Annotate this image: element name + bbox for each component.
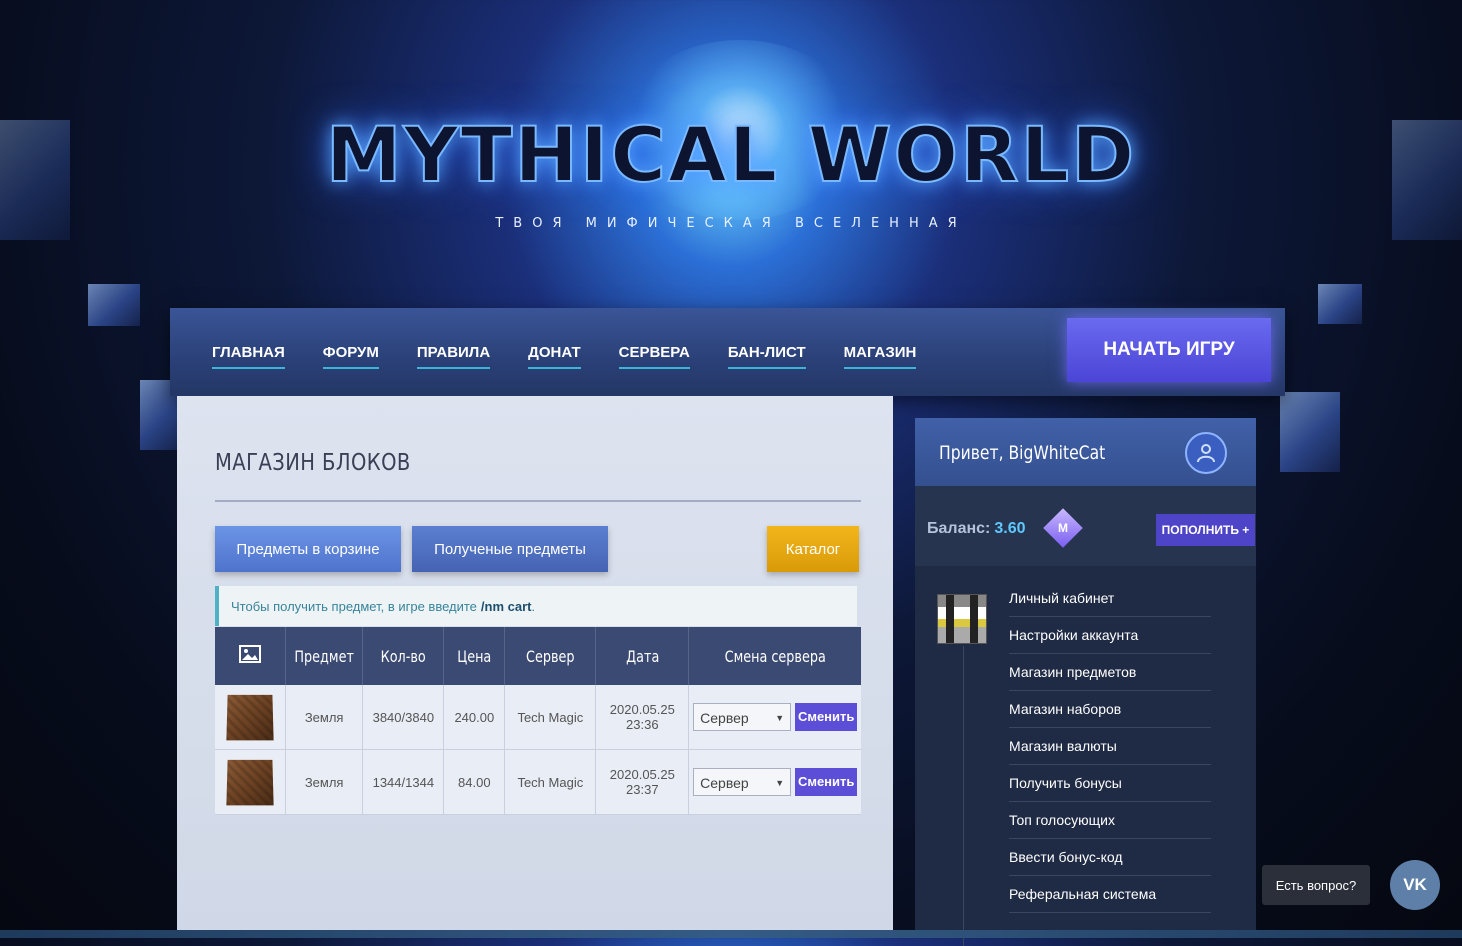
received-items-button[interactable]: Полученые предметы <box>412 526 608 572</box>
item-server: Tech Magic <box>504 749 597 815</box>
dirt-block-icon <box>226 694 274 741</box>
info-text: Чтобы получить предмет, в игре введите <box>231 598 477 614</box>
title-divider <box>215 500 861 502</box>
sidebar-item-settings[interactable]: Настройки аккаунта <box>1009 617 1211 654</box>
item-image <box>215 749 286 815</box>
sidebar-item-currency-shop[interactable]: Магазин валюты <box>1009 728 1211 765</box>
item-name: Земля <box>285 749 364 815</box>
item-qty: 3840/3840 <box>362 685 445 750</box>
balance-row: Баланс: 3.60 M ПОПОЛНИТЬ + <box>915 486 1256 566</box>
item-price: 240.00 <box>443 685 506 750</box>
nav-item-home[interactable]: ГЛАВНАЯ <box>212 344 285 369</box>
balance-label: Баланс: <box>927 520 991 537</box>
table-header-row: Предмет Кол-во Цена Сервер Дата Смена се… <box>215 627 861 685</box>
info-command: /nm cart <box>480 598 532 614</box>
avatar <box>937 594 987 644</box>
balance: Баланс: 3.60 <box>927 520 1026 538</box>
sidebar-menu: Личный кабинет Настройки аккаунта Магази… <box>1009 580 1211 913</box>
item-date-time: 23:37 <box>626 782 659 797</box>
item-date-day: 2020.05.25 <box>609 767 675 782</box>
vk-icon[interactable]: VK <box>1390 860 1440 910</box>
bottom-bar <box>0 930 1462 938</box>
start-game-button[interactable]: НАЧАТЬ ИГРУ <box>1067 318 1271 382</box>
main-content: МАГАЗИН БЛОКОВ Предметы в корзине Получе… <box>177 396 893 938</box>
change-server-button[interactable]: Сменить <box>795 768 858 796</box>
chevron-down-icon: ▼ <box>775 713 785 723</box>
item-name: Земля <box>285 685 364 750</box>
header-server: Сервер <box>504 627 597 685</box>
server-select[interactable]: Сервер ▼ <box>693 768 792 796</box>
sidebar-item-referral[interactable]: Реферальная система <box>1009 876 1211 913</box>
server-select[interactable]: Сервер ▼ <box>693 703 792 731</box>
sidebar-item-bonuses[interactable]: Получить бонусы <box>1009 765 1211 802</box>
table-row: Земля 3840/3840 240.00 Tech Magic 2020.0… <box>215 685 861 750</box>
page-title: МАГАЗИН БЛОКОВ <box>215 450 411 476</box>
header-qty: Кол-во <box>362 627 445 685</box>
user-icon[interactable] <box>1185 432 1227 474</box>
header-image <box>215 627 286 685</box>
site-logo: MYTHICAL WORLD <box>325 109 1137 200</box>
info-tail: . <box>531 598 536 614</box>
nav-item-forum[interactable]: ФОРУМ <box>322 344 379 369</box>
header-change-server: Смена сервера <box>688 627 861 685</box>
background-cube <box>88 284 140 326</box>
background-cube <box>1318 284 1362 324</box>
change-server-cell: Сервер ▼ Сменить <box>688 749 861 815</box>
info-alert: Чтобы получить предмет, в игре введите /… <box>215 586 857 626</box>
nav-links: ГЛАВНАЯ ФОРУМ ПРАВИЛА ДОНАТ СЕРВЕРА БАН-… <box>212 344 917 369</box>
topup-button[interactable]: ПОПОЛНИТЬ + <box>1156 514 1255 546</box>
nav-item-shop[interactable]: МАГАЗИН <box>843 344 917 369</box>
nav-item-rules[interactable]: ПРАВИЛА <box>416 344 491 369</box>
item-server: Tech Magic <box>504 685 597 750</box>
sidebar-item-kit-shop[interactable]: Магазин наборов <box>1009 691 1211 728</box>
change-server-cell: Сервер ▼ Сменить <box>688 685 861 750</box>
coin-icon: M <box>1043 508 1083 548</box>
menu-divider-line <box>963 646 964 946</box>
catalog-button[interactable]: Каталог <box>767 526 859 572</box>
cart-table: Предмет Кол-во Цена Сервер Дата Смена се… <box>215 627 861 815</box>
change-server-button[interactable]: Сменить <box>795 703 858 731</box>
item-date-time: 23:36 <box>626 717 659 732</box>
balance-value: 3.60 <box>994 520 1026 537</box>
question-tooltip[interactable]: Есть вопрос? <box>1262 865 1370 905</box>
table-row: Земля 1344/1344 84.00 Tech Magic 2020.05… <box>215 749 861 815</box>
background-cube <box>1280 392 1340 472</box>
header-price: Цена <box>443 627 506 685</box>
sidebar-item-item-shop[interactable]: Магазин предметов <box>1009 654 1211 691</box>
greeting-text: Привет, BigWhiteCat <box>939 442 1106 464</box>
image-icon <box>239 645 261 663</box>
nav-item-servers[interactable]: СЕРВЕРА <box>618 344 690 369</box>
main-navbar: ГЛАВНАЯ ФОРУМ ПРАВИЛА ДОНАТ СЕРВЕРА БАН-… <box>170 308 1285 396</box>
nav-item-banlist[interactable]: БАН-ЛИСТ <box>727 344 806 369</box>
item-qty: 1344/1344 <box>362 749 445 815</box>
sidebar-item-bonus-code[interactable]: Ввести бонус-код <box>1009 839 1211 876</box>
chevron-down-icon: ▼ <box>775 778 785 788</box>
sidebar-item-account[interactable]: Личный кабинет <box>1009 580 1211 617</box>
dirt-block-icon <box>226 759 274 806</box>
sidebar-header: Привет, BigWhiteCat <box>915 418 1256 486</box>
item-price: 84.00 <box>443 749 506 815</box>
header-date: Дата <box>595 627 690 685</box>
item-date: 2020.05.25 23:37 <box>595 749 690 815</box>
nav-item-donate[interactable]: ДОНАТ <box>528 344 581 369</box>
cart-items-button[interactable]: Предметы в корзине <box>215 526 401 572</box>
item-date: 2020.05.25 23:36 <box>595 685 690 750</box>
header-item: Предмет <box>285 627 364 685</box>
item-date-day: 2020.05.25 <box>609 702 675 717</box>
site-tagline: ТВОЯ МИФИЧЕСКАЯ ВСЕЛЕННАЯ <box>495 216 967 231</box>
sidebar-item-top-voters[interactable]: Топ голосующих <box>1009 802 1211 839</box>
item-image <box>215 685 286 750</box>
user-sidebar: Привет, BigWhiteCat Баланс: 3.60 M ПОПОЛН… <box>915 418 1256 946</box>
